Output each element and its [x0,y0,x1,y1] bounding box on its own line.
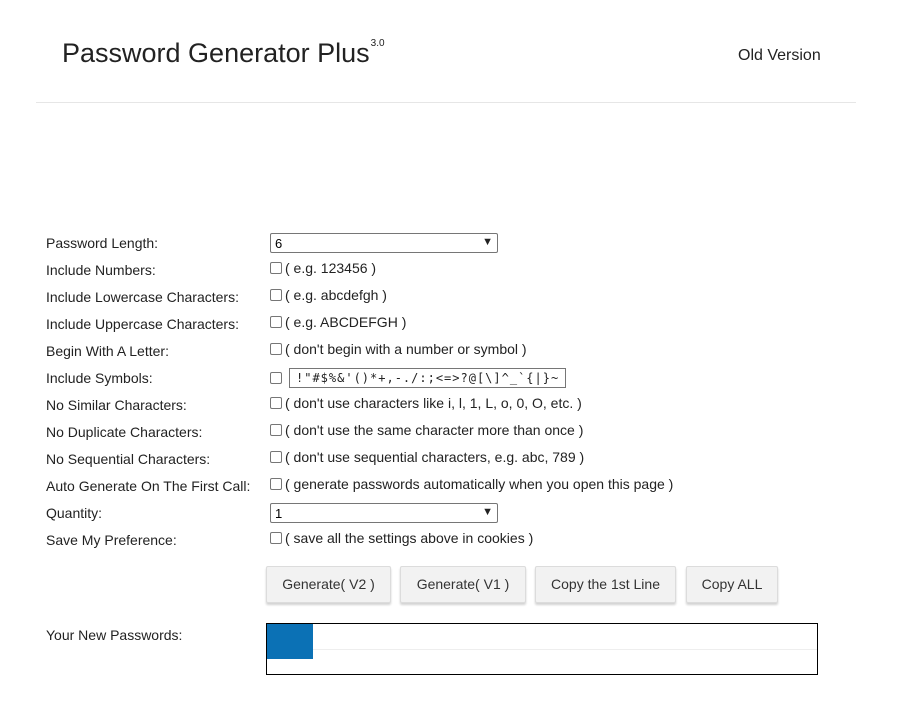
option-hint: ( don't use sequential characters, e.g. … [285,449,585,465]
option-hint: ( save all the settings above in cookies… [285,530,534,546]
option-hint: ( don't use the same character more than… [285,422,584,438]
copy-first-line-button[interactable]: Copy the 1st Line [535,566,676,603]
output-label: Your New Passwords: [46,627,183,643]
option-label: Quantity: [46,505,103,521]
option-hint: ( e.g. 123456 ) [285,260,377,276]
option-hint: ( don't use characters like i, l, 1, L, … [285,395,582,411]
password-length-select[interactable]: 6 ▼ [270,233,498,253]
option-label: Begin With A Letter: [46,343,169,359]
option-include-symbols: Include Symbols: !"#$%&'()*+,-./:;<=>?@[… [0,364,897,391]
version-badge: 3.0 [370,38,385,49]
option-hint: ( don't begin with a number or symbol ) [285,341,527,357]
include-uppercase-checkbox[interactable] [270,316,282,328]
no-duplicate-checkbox[interactable] [270,424,282,436]
option-quantity: Quantity: 1 ▼ [0,499,897,526]
option-include-numbers: Include Numbers: ( e.g. 123456 ) [0,256,897,283]
option-label: Auto Generate On The First Call: [46,478,251,494]
output-line-divider [313,649,817,650]
option-label: Save My Preference: [46,532,177,548]
option-label: Include Symbols: [46,370,153,386]
auto-generate-checkbox[interactable] [270,478,282,490]
chevron-down-icon: ▼ [482,236,493,248]
no-similar-checkbox[interactable] [270,397,282,409]
generate-v1-button[interactable]: Generate( V1 ) [400,566,526,603]
option-no-sequential: No Sequential Characters: ( don't use se… [0,445,897,472]
option-no-similar: No Similar Characters: ( don't use chara… [0,391,897,418]
no-sequential-checkbox[interactable] [270,451,282,463]
option-save-preference: Save My Preference: ( save all the setti… [0,526,897,553]
option-hint: ( generate passwords automatically when … [285,476,674,492]
option-label: Password Length: [46,235,159,251]
option-include-lowercase: Include Lowercase Characters: ( e.g. abc… [0,283,897,310]
page-title: Password Generator Plus3.0 [62,38,385,69]
save-preference-checkbox[interactable] [270,532,282,544]
copy-all-button[interactable]: Copy ALL [686,566,778,603]
include-symbols-checkbox[interactable] [270,372,282,384]
include-numbers-checkbox[interactable] [270,262,282,274]
option-auto-generate: Auto Generate On The First Call: ( gener… [0,472,897,499]
header-divider [36,102,856,103]
option-password-length: Password Length: 6 ▼ [0,229,897,256]
symbols-input[interactable]: !"#$%&'()*+,-./:;<=>?@[\]^_`{|}~ [289,368,567,388]
option-begin-with-letter: Begin With A Letter: ( don't begin with … [0,337,897,364]
select-value: 1 [275,506,283,521]
header: Password Generator Plus3.0 Old Version [0,0,897,103]
old-version-link[interactable]: Old Version [738,47,821,65]
option-label: No Similar Characters: [46,397,187,413]
option-label: Include Lowercase Characters: [46,289,239,305]
option-label: Include Uppercase Characters: [46,316,239,332]
include-lowercase-checkbox[interactable] [270,289,282,301]
option-no-duplicate: No Duplicate Characters: ( don't use the… [0,418,897,445]
option-label: No Sequential Characters: [46,451,211,467]
option-hint: ( e.g. abcdefgh ) [285,287,387,303]
password-output-box[interactable] [266,623,818,675]
option-label: No Duplicate Characters: [46,424,203,440]
begin-with-letter-checkbox[interactable] [270,343,282,355]
chevron-down-icon: ▼ [482,506,493,518]
option-hint: ( e.g. ABCDEFGH ) [285,314,407,330]
generate-v2-button[interactable]: Generate( V2 ) [266,566,391,603]
output-progress-indicator [267,624,313,659]
option-include-uppercase: Include Uppercase Characters: ( e.g. ABC… [0,310,897,337]
title-text: Password Generator Plus [62,38,370,68]
option-label: Include Numbers: [46,262,156,278]
quantity-select[interactable]: 1 ▼ [270,503,498,523]
select-value: 6 [275,236,283,251]
